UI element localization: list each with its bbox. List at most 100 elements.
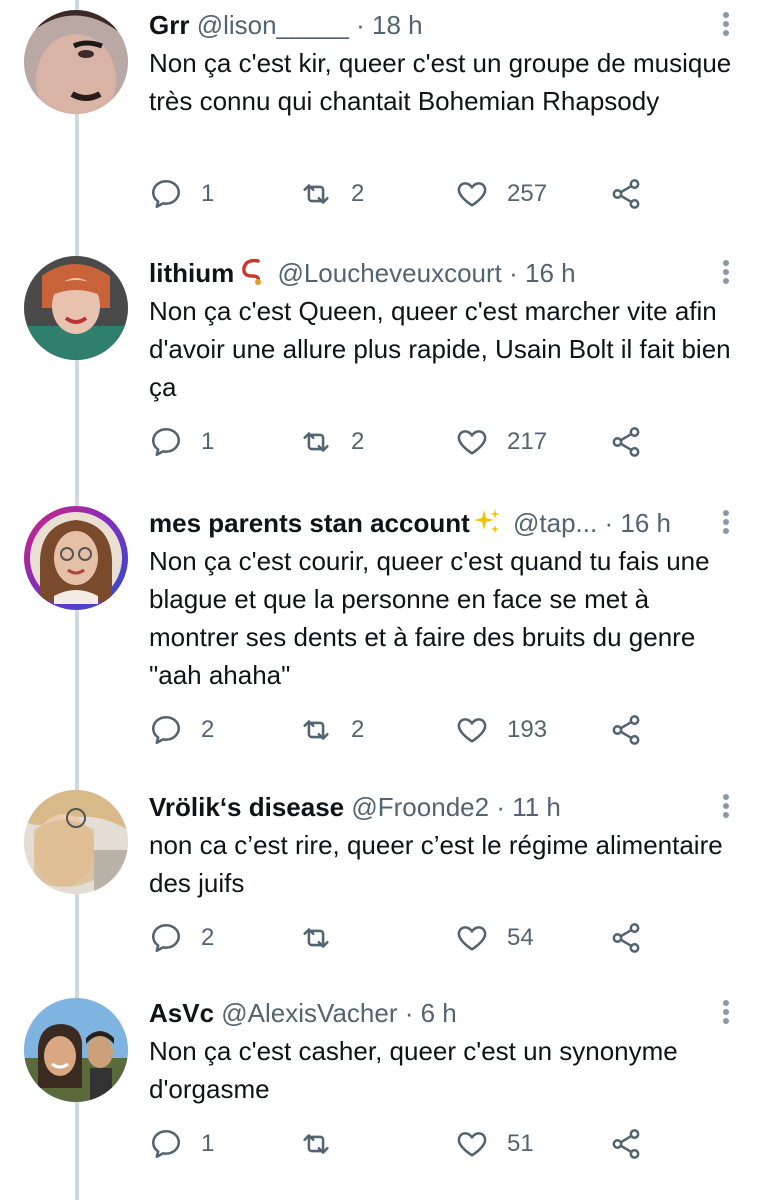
tweet-text: non ca c’est rire, queer c’est le régime… <box>149 830 723 898</box>
tweet-text: Non ça c'est Queen, queer c'est marcher … <box>149 296 731 402</box>
share-button[interactable] <box>609 1124 643 1164</box>
action-bar: 1 2 217 <box>149 422 749 462</box>
retweet-count: 2 <box>351 180 365 207</box>
retweet-count: 2 <box>351 428 365 455</box>
like-button[interactable]: 54 <box>455 918 534 958</box>
retweet-button[interactable]: 2 <box>299 174 364 214</box>
avatar[interactable] <box>24 506 128 610</box>
tweet-text: Non ça c'est kir, queer c'est un groupe … <box>149 48 732 116</box>
heart-icon <box>457 926 487 951</box>
share-button[interactable] <box>609 422 643 462</box>
more-options-icon[interactable] <box>718 508 734 538</box>
action-bar: 1 51 <box>149 1124 749 1164</box>
like-button[interactable]: 217 <box>455 422 547 462</box>
user-handle[interactable]: @Froonde2 <box>351 792 489 822</box>
heart-icon <box>457 1132 487 1157</box>
share-icon <box>612 923 640 953</box>
user-handle[interactable]: @tap... <box>513 508 597 538</box>
retweet-icon <box>303 928 329 948</box>
share-icon <box>612 715 640 745</box>
avatar-photo <box>24 10 128 114</box>
beads-emoji-icon <box>236 256 266 290</box>
reply-button[interactable]: 1 <box>149 1124 214 1164</box>
reply-icon <box>151 715 181 745</box>
retweet-button[interactable] <box>299 1124 351 1164</box>
more-options-icon[interactable] <box>718 998 734 1028</box>
reply-icon <box>151 427 181 457</box>
reply-count: 1 <box>201 428 215 455</box>
more-options-icon[interactable] <box>718 10 734 40</box>
reply-button[interactable]: 2 <box>149 710 214 750</box>
user-handle[interactable]: @Loucheveuxcourt <box>277 258 501 288</box>
reply-button[interactable]: 1 <box>149 422 214 462</box>
tweet-text: Non ça c'est courir, queer c'est quand t… <box>149 546 710 690</box>
timestamp[interactable]: 16 h <box>525 258 576 288</box>
share-icon <box>612 1129 640 1159</box>
retweet-count: 2 <box>351 716 365 743</box>
timestamp[interactable]: 18 h <box>372 10 423 40</box>
tweet-header: AsVc @AlexisVacher · 6 h <box>149 996 704 1030</box>
like-count: 193 <box>507 716 548 743</box>
avatar-photo <box>24 998 128 1102</box>
reply-icon <box>151 1129 181 1159</box>
user-handle[interactable]: @lison_____ <box>197 10 349 40</box>
like-count: 51 <box>507 1130 534 1157</box>
heart-icon <box>457 182 487 207</box>
avatar-photo <box>24 790 128 894</box>
avatar-photo <box>30 512 122 604</box>
reply-button[interactable]: 2 <box>149 918 214 958</box>
more-options-icon[interactable] <box>718 258 734 288</box>
retweet-icon <box>303 432 329 452</box>
share-button[interactable] <box>609 710 643 750</box>
more-options-icon[interactable] <box>718 792 734 822</box>
reply-count: 1 <box>201 1130 215 1157</box>
like-button[interactable]: 257 <box>455 174 547 214</box>
retweet-icon <box>303 1134 329 1154</box>
separator-dot: · <box>404 998 414 1028</box>
display-name[interactable]: AsVc <box>149 998 214 1028</box>
avatar[interactable] <box>24 256 128 360</box>
retweet-button[interactable]: 2 <box>299 710 364 750</box>
heart-icon <box>457 430 487 455</box>
avatar[interactable] <box>24 10 128 114</box>
like-button[interactable]: 51 <box>455 1124 534 1164</box>
display-name[interactable]: mes parents stan account <box>149 508 470 538</box>
avatar[interactable] <box>24 790 128 894</box>
share-button[interactable] <box>609 918 643 958</box>
display-name[interactable]: Grr <box>149 10 189 40</box>
action-bar: 1 2 257 <box>149 174 749 214</box>
timestamp[interactable]: 11 h <box>512 792 561 822</box>
action-bar: 2 54 <box>149 918 749 958</box>
reply-count: 1 <box>201 180 215 207</box>
timestamp[interactable]: 16 h <box>620 508 671 538</box>
retweet-icon <box>303 720 329 740</box>
separator-dot: · <box>509 258 518 288</box>
display-name[interactable]: Vrölik‘s disease <box>149 792 344 822</box>
reply-count: 2 <box>201 924 215 951</box>
retweet-button[interactable] <box>299 918 351 958</box>
like-count: 217 <box>507 428 548 455</box>
separator-dot: · <box>604 508 614 538</box>
reply-icon <box>151 179 181 209</box>
tweet-header: Grr @lison_____ · 18 h <box>149 8 704 42</box>
avatar[interactable] <box>24 998 128 1102</box>
like-button[interactable]: 193 <box>455 710 547 750</box>
heart-icon <box>457 718 487 743</box>
separator-dot: · <box>496 792 505 822</box>
reply-button[interactable]: 1 <box>149 174 214 214</box>
action-bar: 2 2 193 <box>149 710 749 750</box>
sparkles-emoji-icon <box>472 506 502 540</box>
tweet-header: lithium @Loucheveuxcourt · 16 h <box>149 256 704 290</box>
user-handle[interactable]: @AlexisVacher <box>221 998 397 1028</box>
share-button[interactable] <box>609 174 643 214</box>
retweet-icon <box>303 184 329 204</box>
display-name[interactable]: lithium <box>149 258 234 288</box>
retweet-button[interactable]: 2 <box>299 422 364 462</box>
like-count: 257 <box>507 180 548 207</box>
avatar-photo <box>24 256 128 360</box>
separator-dot: · <box>356 10 365 40</box>
timestamp[interactable]: 6 h <box>421 998 457 1028</box>
tweet-header: mes parents stan account @tap... · 16 h <box>149 506 704 540</box>
tweet-text: Non ça c'est casher, queer c'est un syno… <box>149 1036 678 1104</box>
share-icon <box>612 179 640 209</box>
